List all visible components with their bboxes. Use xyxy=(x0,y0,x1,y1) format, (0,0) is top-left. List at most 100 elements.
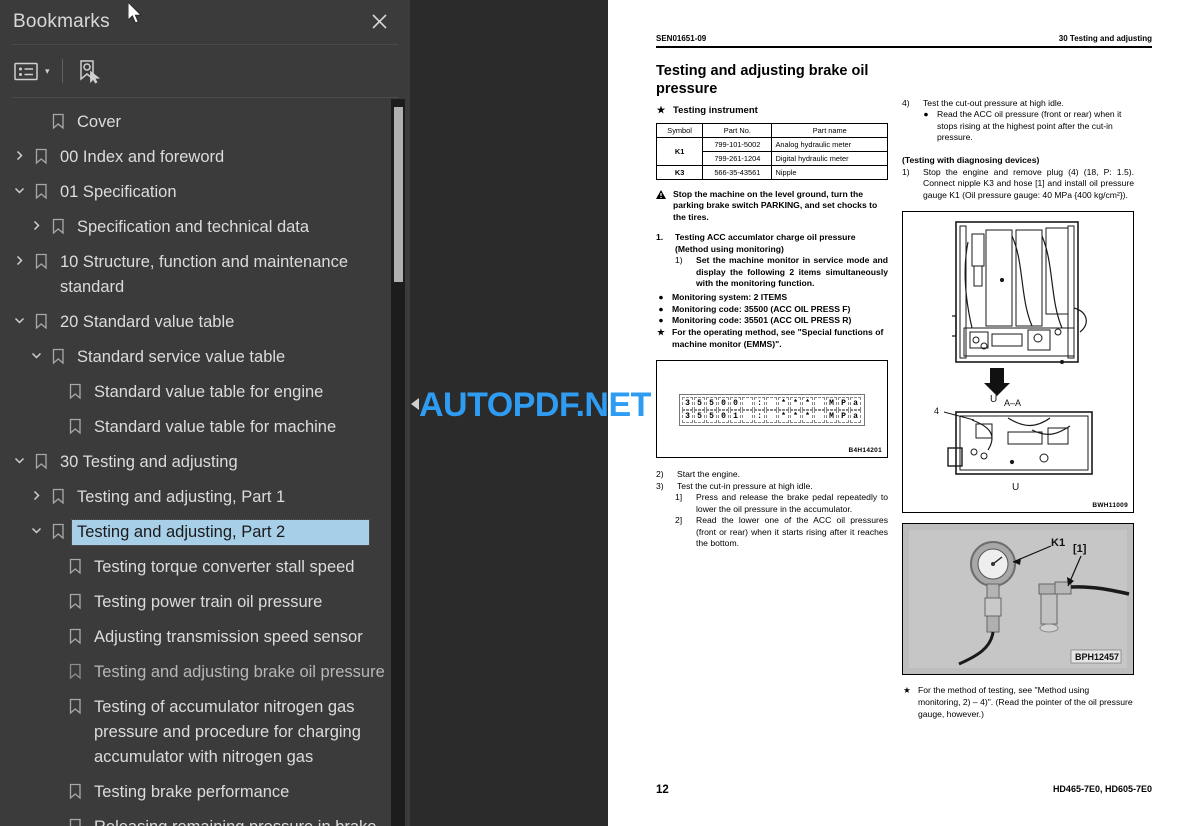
step-number: 1) xyxy=(675,255,683,266)
bullet-icon: ● xyxy=(923,109,929,120)
pressure-gauge-photo: K1 [1] BPH12457 xyxy=(902,523,1134,676)
bullet-text: Monitoring code: 35500 (ACC OIL PRESS F) xyxy=(672,303,851,314)
chevron-right-icon[interactable] xyxy=(25,215,47,232)
step-text: Press and release the brake pedal repeat… xyxy=(696,492,888,514)
bullet-text: Monitoring system: 2 ITEMS xyxy=(672,291,788,302)
bookmark-tree[interactable]: Cover 00 Index and foreword 01 Specificati… xyxy=(0,99,410,826)
chevron-down-icon[interactable]: ▾ xyxy=(45,66,50,76)
step-row: 1] Press and release the brake pedal rep… xyxy=(656,492,888,515)
lcd-segment xyxy=(742,397,753,411)
bookmark-icon xyxy=(64,415,86,435)
bookmarks-panel-header: Bookmarks xyxy=(0,0,410,44)
bookmark-label: Adjusting transmission speed sensor xyxy=(94,628,363,646)
lcd-segment xyxy=(814,410,825,424)
list-options-icon[interactable] xyxy=(14,61,40,82)
bookmark-label: Standard service value table xyxy=(77,348,286,366)
select-bookmark-icon[interactable] xyxy=(77,59,101,84)
twisty-placeholder xyxy=(42,780,64,797)
figure-id: B4H14201 xyxy=(848,447,882,455)
lcd-line-2: 35501 : * * * MPa xyxy=(682,410,862,424)
bookmark-icon xyxy=(47,520,69,540)
lcd-segment xyxy=(766,397,777,411)
lcd-segment: : xyxy=(754,410,765,424)
bookmarks-scrollbar[interactable] xyxy=(391,99,405,826)
lcd-segment: * xyxy=(778,397,789,411)
twisty-placeholder xyxy=(42,815,64,826)
bookmark-item[interactable]: Testing and adjusting brake oil pressure xyxy=(0,655,410,690)
pdf-viewer-area[interactable]: SEN01651-09 30 Testing and adjusting Tes… xyxy=(410,0,1200,826)
bookmark-item[interactable]: 00 Index and foreword xyxy=(0,140,410,175)
th-part-name: Part name xyxy=(771,122,888,138)
bookmark-icon xyxy=(47,110,69,130)
bookmark-icon xyxy=(30,450,52,470)
table-row: K3 566-35-43561 Nipple xyxy=(655,164,888,180)
bookmark-item[interactable]: 20 Standard value table xyxy=(0,305,410,340)
footnote-text: For the method of testing, see "Method u… xyxy=(918,685,1133,719)
close-icon[interactable] xyxy=(366,8,392,34)
twisty-placeholder xyxy=(25,110,47,127)
lcd-segment: M xyxy=(826,397,837,411)
step-row: 2) Start the engine. xyxy=(656,469,888,481)
bullet-text: Read the ACC oil pressure (front or rear… xyxy=(937,109,1122,143)
bullet-icon: ● xyxy=(658,315,664,326)
chevron-down-icon[interactable] xyxy=(8,310,30,327)
bookmark-label: Testing and adjusting brake oil pressure xyxy=(94,663,385,681)
bookmark-icon xyxy=(64,780,86,800)
bullet-item: ● Monitoring code: 35500 (ACC OIL PRESS … xyxy=(656,304,888,316)
two-column-body: Testing and adjusting brake oil pressure… xyxy=(655,62,1152,721)
bookmark-item[interactable]: Testing and adjusting, Part 1 xyxy=(0,480,410,515)
page-number: 12 xyxy=(656,784,669,796)
star-icon: ★ xyxy=(903,685,911,696)
bookmark-item[interactable]: Testing brake performance xyxy=(0,775,410,810)
pdf-reader-window: Bookmarks ▾ Cover 00 Index and foreword … xyxy=(0,0,1200,826)
chevron-down-icon[interactable] xyxy=(8,180,30,197)
bookmark-item[interactable]: Adjusting transmission speed sensor xyxy=(0,620,410,655)
page-title: Testing and adjusting brake oil pressure xyxy=(656,62,869,98)
bookmark-item[interactable]: Standard value table for engine xyxy=(0,375,410,410)
twisty-placeholder xyxy=(42,660,64,677)
chevron-right-icon[interactable] xyxy=(25,485,47,502)
bookmarks-toolbar: ▾ xyxy=(0,45,410,97)
section-1: 1. Testing ACC accumlator charge oil pre… xyxy=(656,232,888,290)
chevron-down-icon[interactable] xyxy=(8,450,30,467)
bookmark-item[interactable]: Cover xyxy=(0,105,410,140)
star-icon: ★ xyxy=(657,326,665,337)
chevron-right-icon[interactable] xyxy=(8,145,30,162)
bookmark-item[interactable]: Standard value table for machine xyxy=(0,410,410,445)
star-icon: ★ xyxy=(656,104,666,116)
right-column: 4) Test the cut-out pressure at high idl… xyxy=(902,62,1134,721)
bookmark-icon xyxy=(47,345,69,365)
bullet-item: ● Read the ACC oil pressure (front or re… xyxy=(902,109,1134,144)
bookmark-item[interactable]: Testing power train oil pressure xyxy=(0,585,410,620)
bookmark-item[interactable]: 10 Structure, function and maintenance s… xyxy=(0,245,410,305)
figure-id: BPH12457 xyxy=(1075,652,1119,662)
bookmark-label: 20 Standard value table xyxy=(60,313,235,331)
bullet-text: Monitoring code: 35501 (ACC OIL PRESS R) xyxy=(672,315,852,326)
bookmark-label: Standard value table for machine xyxy=(94,418,337,436)
bookmark-item[interactable]: Standard service value table xyxy=(0,340,410,375)
cell-symbol: K3 xyxy=(655,164,704,180)
bookmark-item[interactable]: 30 Testing and adjusting xyxy=(0,445,410,480)
bookmark-item[interactable]: Testing and adjusting, Part 2 xyxy=(0,515,410,550)
chevron-right-icon[interactable] xyxy=(8,250,30,267)
diagnosing-block: (Testing with diagnosing devices) 1) Sto… xyxy=(902,155,1134,201)
chevron-down-icon[interactable] xyxy=(25,345,47,362)
table-row: K1 799-101-5002 Analog hydraulic meter xyxy=(655,136,888,166)
scrollbar-thumb[interactable] xyxy=(394,107,403,282)
bookmark-item[interactable]: 01 Specification xyxy=(0,175,410,210)
bookmark-icon xyxy=(30,145,52,165)
bookmark-item[interactable]: Specification and technical data xyxy=(0,210,410,245)
bookmark-item[interactable]: Testing of accumulator nitrogen gas pres… xyxy=(0,690,410,775)
bookmark-label: Releasing remaining pressure in brake ci… xyxy=(86,815,386,826)
method-note: (Method using monitoring) xyxy=(675,243,784,254)
step-text: Stop the engine and remove plug (4) (18,… xyxy=(923,166,1134,200)
chevron-down-icon[interactable] xyxy=(25,520,47,537)
lcd-segment: 5 xyxy=(706,410,717,424)
bullet-icon: ● xyxy=(658,303,664,314)
model-name: HD465-7E0, HD605-7E0 xyxy=(1052,784,1152,794)
bookmark-item[interactable]: Releasing remaining pressure in brake ci… xyxy=(0,810,410,826)
step-1: 1) Set the machine monitor in service mo… xyxy=(656,255,888,290)
bullet-item: ● Monitoring code: 35501 (ACC OIL PRESS … xyxy=(656,315,888,327)
lcd-line-1: 35500 : * * * MPa xyxy=(682,397,862,411)
bookmark-item[interactable]: Testing torque converter stall speed xyxy=(0,550,410,585)
